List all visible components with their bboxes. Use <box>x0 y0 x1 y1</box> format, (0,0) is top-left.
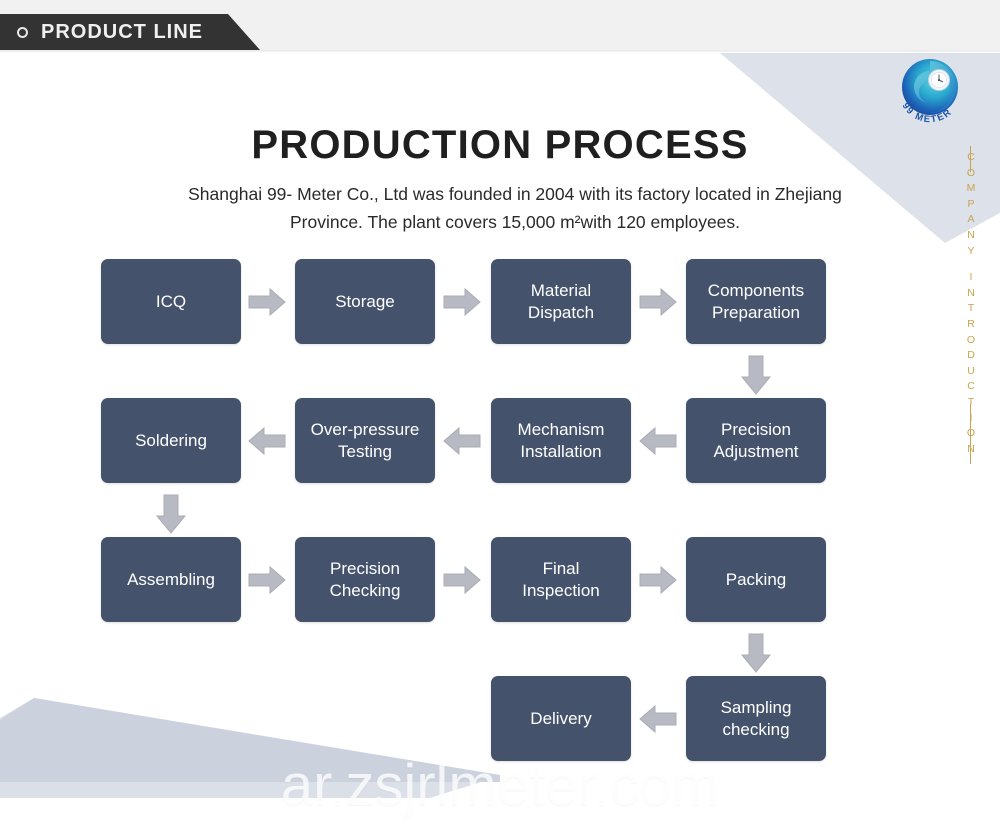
slide-canvas: PRODUCT LINE 99 METER C O M P A N Y I N … <box>0 0 1000 832</box>
flow-box-assembling[interactable]: Assembling <box>101 537 241 622</box>
arrow-storage-to-material <box>442 287 482 317</box>
arrow-mechanism-to-overpressure <box>442 426 482 456</box>
arrow-overpressure-to-soldering <box>247 426 287 456</box>
arrow-components-to-precision-adjustment <box>740 354 772 396</box>
arrow-soldering-to-assembling <box>155 493 187 535</box>
arrow-packing-to-sampling-checking <box>740 632 772 674</box>
flow-box-label: Precision <box>721 419 791 439</box>
flow-box-label: Storage <box>335 291 395 311</box>
flow-box-label: Packing <box>725 569 787 589</box>
flow-box-material-dispatch[interactable]: Material Dispatch <box>491 259 631 344</box>
flow-box-label: Components <box>707 280 805 300</box>
arrow-assembling-to-precision-checking <box>247 565 287 595</box>
flow-box-mechanism-installation[interactable]: Mechanism Installation <box>491 398 631 483</box>
flow-box-label: Sampling <box>720 697 792 717</box>
flow-box-over-pressure-testing[interactable]: Over-pressure Testing <box>295 398 435 483</box>
99-meter-logo: 99 METER <box>893 55 967 129</box>
flow-box-label: Inspection <box>522 580 600 600</box>
flow-box-storage[interactable]: Storage <box>295 259 435 344</box>
decorative-shape-bottom-left-dark <box>0 698 500 782</box>
gold-divider-bottom <box>970 404 972 464</box>
flow-box-soldering[interactable]: Soldering <box>101 398 241 483</box>
flow-box-label: Assembling <box>127 569 215 589</box>
circle-outline-icon <box>17 26 28 38</box>
subtitle-line-2: Province. The plant covers 15,000 m²with… <box>289 212 741 232</box>
arrow-icq-to-storage <box>247 287 287 317</box>
arrow-final-to-packing <box>638 565 678 595</box>
flow-box-label: Dispatch <box>527 302 595 322</box>
subtitle-line-1: Shanghai 99- Meter Co., Ltd was founded … <box>188 184 842 204</box>
flow-box-label: Installation <box>520 441 602 461</box>
flow-box-label: Final <box>542 558 580 578</box>
flow-box-label: Delivery <box>530 708 592 728</box>
top-bar-shadow <box>0 50 1000 53</box>
flow-box-packing[interactable]: Packing <box>686 537 826 622</box>
flow-box-precision-adjustment[interactable]: Precision Adjustment <box>686 398 826 483</box>
flow-box-label: Soldering <box>135 430 207 450</box>
page-title: PRODUCTION PROCESS <box>251 123 749 167</box>
arrow-material-to-components <box>638 287 678 317</box>
flow-box-label: Over-pressure <box>310 419 420 439</box>
flow-box-sampling-checking[interactable]: Sampling checking <box>686 676 826 761</box>
arrow-sampling-checking-to-delivery <box>638 704 678 734</box>
flow-box-label: Material <box>530 280 592 300</box>
flow-box-delivery[interactable]: Delivery <box>491 676 631 761</box>
flow-box-components-preparation[interactable]: Components Preparation <box>686 259 826 344</box>
flow-box-label: ICQ <box>155 291 187 311</box>
flow-box-label: Mechanism <box>517 419 605 439</box>
flow-box-label: Checking <box>329 580 401 600</box>
flow-box-label: Testing <box>338 441 392 461</box>
flow-box-precision-checking[interactable]: Precision Checking <box>295 537 435 622</box>
flow-box-final-inspection[interactable]: Final Inspection <box>491 537 631 622</box>
product-line-banner: PRODUCT LINE <box>0 14 260 50</box>
arrow-precision-checking-to-final <box>442 565 482 595</box>
flow-box-label: Adjustment <box>713 441 799 461</box>
banner-label: PRODUCT LINE <box>41 20 203 43</box>
page-subtitle: Shanghai 99- Meter Co., Ltd was founded … <box>150 180 880 236</box>
flow-box-icq[interactable]: ICQ <box>101 259 241 344</box>
arrow-precision-adjustment-to-mechanism <box>638 426 678 456</box>
flow-box-label: Preparation <box>712 302 800 322</box>
flow-box-label: checking <box>722 719 790 739</box>
flow-box-label: Precision <box>330 558 400 578</box>
